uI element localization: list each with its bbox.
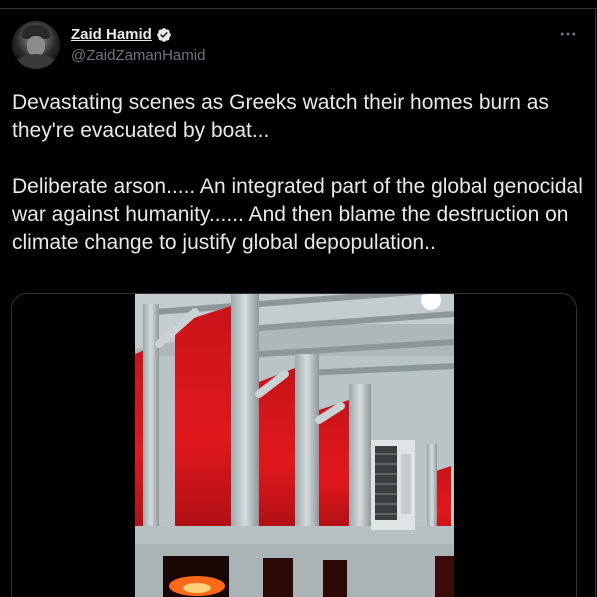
avatar-face [27,36,45,56]
author-avatar[interactable] [12,21,60,69]
more-horizontal-icon[interactable] [558,24,578,44]
verified-badge-icon [156,27,172,43]
tweet-media-container[interactable] [11,293,577,597]
author-handle[interactable]: @ZaidZamanHamid [71,47,205,64]
author-display-name[interactable]: Zaid Hamid [71,26,152,43]
video-player[interactable] [135,294,454,597]
column-border [595,9,596,597]
author-name-row: Zaid Hamid [71,26,172,43]
tweet-text: Devastating scenes as Greeks watch their… [12,91,583,254]
video-frame [135,294,454,597]
top-divider [0,0,597,9]
avatar-coat [16,54,56,69]
